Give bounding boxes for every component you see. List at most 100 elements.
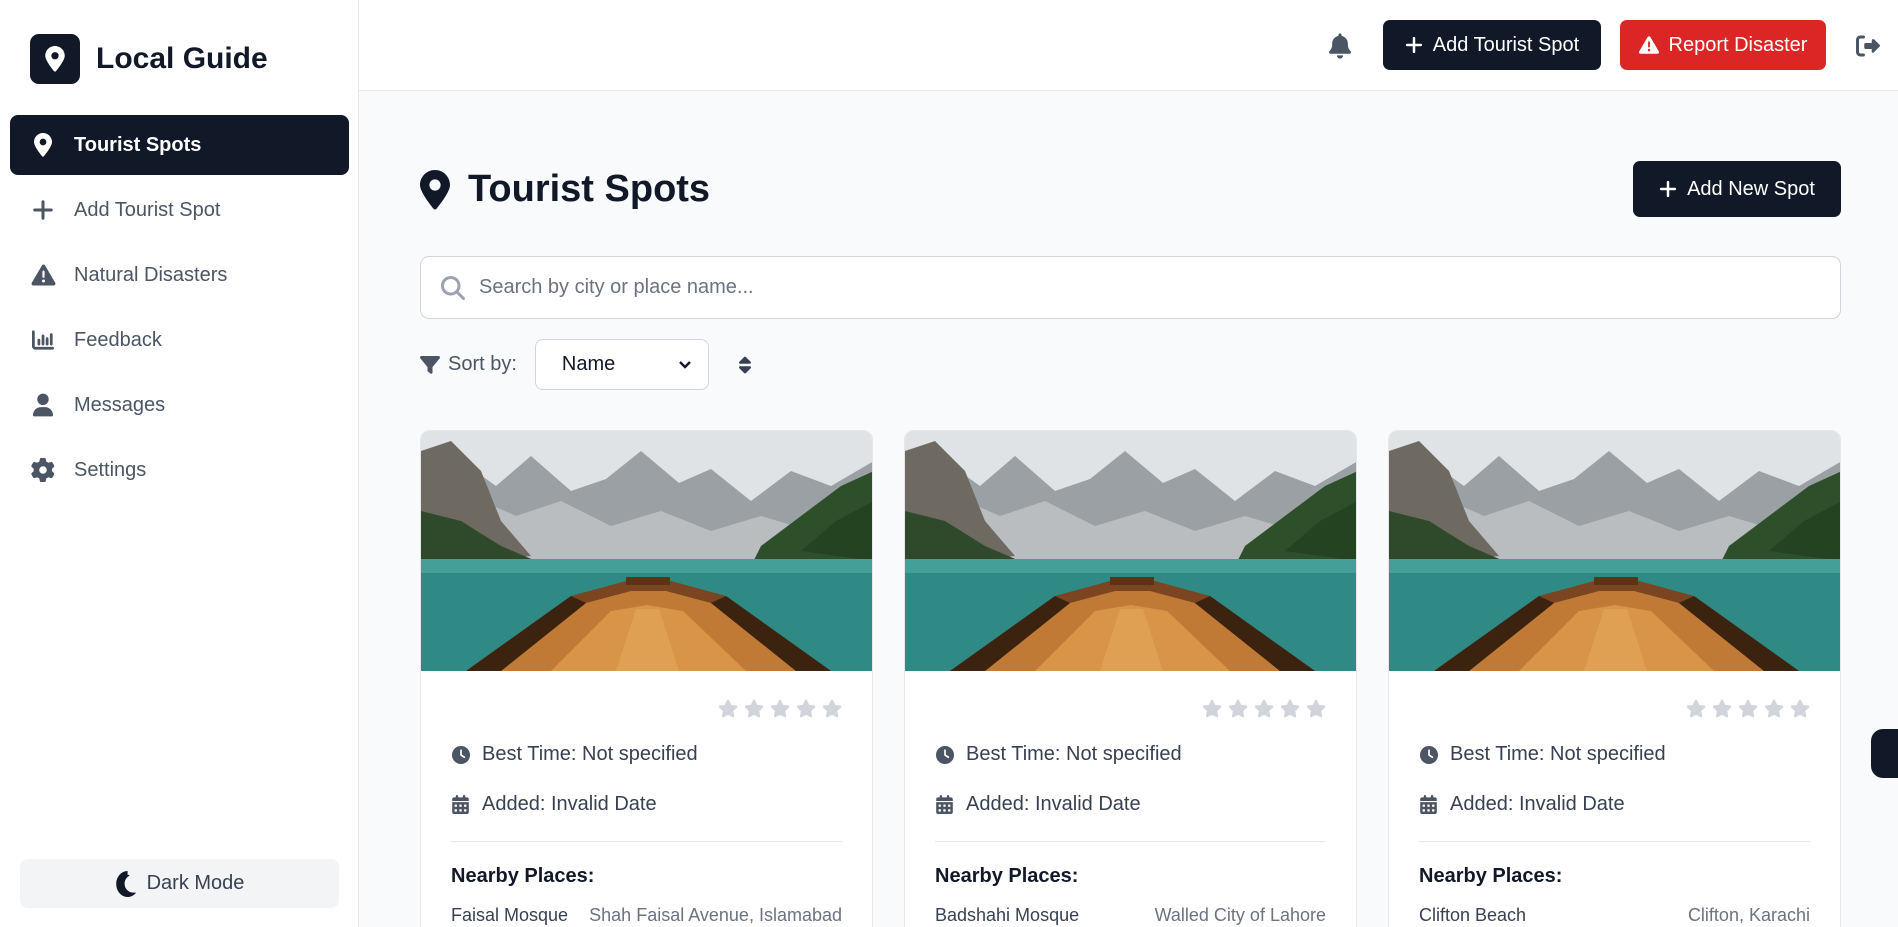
clock-icon (935, 746, 954, 764)
dark-mode-label: Dark Mode (146, 872, 245, 894)
sidebar-item-feedback[interactable]: Feedback (10, 310, 349, 370)
warning-icon (1639, 35, 1659, 55)
sidebar-item-messages[interactable]: Messages (10, 375, 349, 435)
floating-side-tab[interactable] (1871, 729, 1898, 778)
calendar-icon (935, 795, 954, 814)
star-icon[interactable] (1738, 699, 1758, 718)
rating-stars (1686, 699, 1810, 718)
plus-icon (1405, 35, 1423, 55)
sidebar-item-label: Settings (74, 458, 147, 481)
best-time: Best Time: Not specified (451, 743, 698, 766)
sidebar: Local Guide Tourist Spots Add Tourist Sp… (0, 0, 359, 927)
search-icon (441, 276, 465, 300)
sidebar-item-add-tourist-spot[interactable]: Add Tourist Spot (10, 180, 349, 240)
sidebar-nav: Tourist Spots Add Tourist Spot Natural D… (10, 115, 349, 505)
moon-icon (115, 871, 137, 897)
add-tourist-spot-button[interactable]: Add Tourist Spot (1383, 20, 1601, 70)
sidebar-item-tourist-spots[interactable]: Tourist Spots (10, 115, 349, 175)
sort-select[interactable]: Name (534, 339, 709, 390)
nearby-places-title: Nearby Places: (935, 865, 1079, 887)
sidebar-item-label: Messages (74, 393, 166, 416)
search-box (420, 256, 1841, 319)
nearby-place: Clifton Beach Clifton, Karachi (1419, 905, 1810, 926)
nearby-place-name: Faisal Mosque (451, 905, 569, 925)
spot-image (421, 431, 873, 671)
dark-mode-toggle[interactable]: Dark Mode (20, 859, 339, 908)
star-icon[interactable] (744, 699, 764, 718)
nearby-place-name: Clifton Beach (1419, 905, 1527, 925)
add-new-spot-button[interactable]: Add New Spot (1633, 161, 1841, 217)
tourist-spot-card[interactable]: Best Time: Not specified Added: Invalid … (420, 430, 873, 927)
star-icon[interactable] (1306, 699, 1326, 718)
bar-chart-icon (30, 327, 56, 353)
sidebar-item-natural-disasters[interactable]: Natural Disasters (10, 245, 349, 305)
star-icon[interactable] (822, 699, 842, 718)
gear-icon (30, 457, 56, 483)
map-pin-icon (30, 132, 56, 158)
sort-controls: Sort by: Name (420, 339, 751, 390)
star-icon[interactable] (796, 699, 816, 718)
sidebar-item-label: Feedback (74, 328, 162, 351)
clock-icon (1419, 746, 1438, 764)
sidebar-item-label: Natural Disasters (74, 263, 228, 286)
nearby-place-location: Shah Faisal Avenue, Islamabad (589, 905, 842, 925)
sort-icon (739, 355, 751, 375)
nearby-places-title: Nearby Places: (1419, 865, 1563, 887)
sort-label: Sort by: (448, 353, 517, 375)
sidebar-item-label: Tourist Spots (74, 133, 202, 156)
chevron-down-icon (678, 353, 692, 376)
nearby-place-name: Badshahi Mosque (935, 905, 1080, 925)
sidebar-item-label: Add Tourist Spot (74, 198, 221, 221)
best-time: Best Time: Not specified (935, 743, 1182, 766)
star-icon[interactable] (1202, 699, 1222, 718)
plus-icon (1659, 179, 1677, 199)
nearby-places-title: Nearby Places: (451, 865, 595, 887)
report-disaster-button[interactable]: Report Disaster (1620, 20, 1826, 70)
logout-icon (1855, 34, 1881, 58)
clock-icon (451, 746, 470, 764)
date-added-text: Added: Invalid Date (966, 793, 1141, 815)
date-added-text: Added: Invalid Date (482, 793, 657, 815)
best-time: Best Time: Not specified (1419, 743, 1666, 766)
logout-button[interactable] (1854, 32, 1882, 60)
divider (935, 841, 1326, 842)
star-icon[interactable] (770, 699, 790, 718)
rating-stars (718, 699, 842, 718)
star-icon[interactable] (1686, 699, 1706, 718)
star-icon[interactable] (1790, 699, 1810, 718)
tourist-spot-card[interactable]: Best Time: Not specified Added: Invalid … (1388, 430, 1841, 927)
star-icon[interactable] (1280, 699, 1300, 718)
search-input[interactable] (479, 276, 1819, 299)
nearby-place-location: Clifton, Karachi (1687, 905, 1810, 925)
bell-icon (1329, 33, 1351, 59)
calendar-icon (1419, 795, 1438, 814)
report-disaster-label: Report Disaster (1668, 33, 1808, 56)
brand-title: Local Guide (96, 42, 268, 75)
nearby-place: Faisal Mosque Shah Faisal Avenue, Islama… (451, 905, 842, 926)
brand-logo (30, 34, 80, 84)
date-added-text: Added: Invalid Date (1450, 793, 1625, 815)
best-time-text: Best Time: Not specified (1450, 743, 1666, 765)
spot-image (905, 431, 1357, 671)
date-added: Added: Invalid Date (935, 793, 1141, 816)
star-icon[interactable] (1712, 699, 1732, 718)
brand[interactable]: Local Guide (30, 34, 268, 84)
best-time-text: Best Time: Not specified (966, 743, 1182, 765)
warning-icon (30, 262, 56, 288)
sort-order-toggle[interactable] (739, 355, 751, 375)
plus-icon (30, 197, 56, 223)
nearby-place-location: Walled City of Lahore (1154, 905, 1326, 925)
tourist-spot-card[interactable]: Best Time: Not specified Added: Invalid … (904, 430, 1357, 927)
star-icon[interactable] (718, 699, 738, 718)
divider (1419, 841, 1810, 842)
star-icon[interactable] (1228, 699, 1248, 718)
star-icon[interactable] (1764, 699, 1784, 718)
notifications-button[interactable] (1327, 32, 1353, 60)
star-icon[interactable] (1254, 699, 1274, 718)
sidebar-item-settings[interactable]: Settings (10, 440, 349, 500)
spot-image (1389, 431, 1841, 671)
page-header: Tourist Spots (420, 168, 710, 211)
date-added: Added: Invalid Date (1419, 793, 1625, 816)
best-time-text: Best Time: Not specified (482, 743, 698, 765)
map-pin-icon (45, 46, 65, 72)
